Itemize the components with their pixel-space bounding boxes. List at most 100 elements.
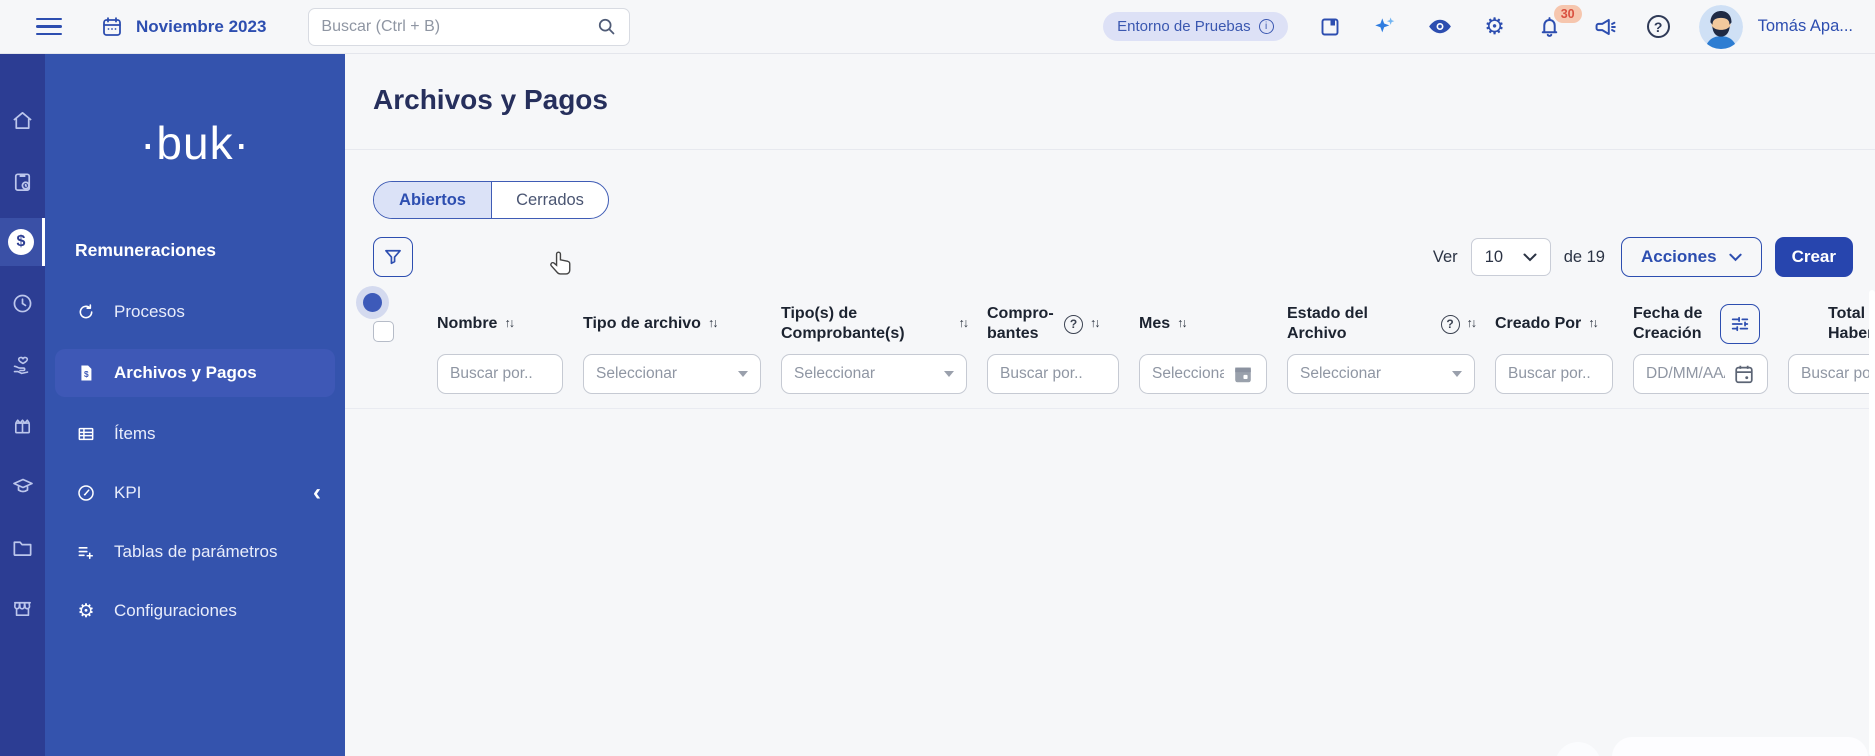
floating-widget-panel	[1612, 737, 1868, 756]
search-icon[interactable]	[596, 16, 617, 37]
column-header-mes[interactable]: Mes ↑↓	[1139, 314, 1267, 334]
chevron-down-icon	[1523, 253, 1537, 261]
table-body-divider	[345, 408, 1875, 409]
sort-icon[interactable]: ↑↓	[708, 316, 718, 332]
sort-icon[interactable]: ↑↓	[1177, 316, 1187, 332]
select-placeholder: Seleccionar	[1300, 365, 1381, 382]
filter-mes-datepicker[interactable]: Seleccionar	[1139, 354, 1267, 394]
rail-clock-icon[interactable]	[0, 279, 45, 327]
bookmark-icon[interactable]	[1317, 14, 1343, 40]
column-label: Total Haberes	[1828, 305, 1875, 342]
megaphone-icon[interactable]	[1592, 14, 1618, 40]
rail-store-icon[interactable]	[0, 584, 45, 632]
sparkles-ai-icon[interactable]	[1372, 14, 1398, 40]
column-header-total-haberes[interactable]: Total Haberes	[1828, 304, 1875, 344]
svg-text:$: $	[84, 369, 89, 379]
sidebar-item-tablas-de-parametros[interactable]: Tablas de parámetros	[55, 530, 335, 574]
sidebar-item-procesos[interactable]: Procesos	[55, 290, 335, 334]
help-icon[interactable]: ?	[1440, 314, 1460, 334]
rail-graduation-icon[interactable]	[0, 462, 45, 510]
sidebar-item-kpi[interactable]: KPI ‹	[55, 471, 335, 515]
select-all-checkbox[interactable]	[373, 320, 394, 342]
actions-button[interactable]: Acciones	[1620, 237, 1762, 277]
document-dollar-icon: $	[75, 363, 97, 383]
user-name[interactable]: Tomás Apa...	[1758, 17, 1853, 36]
rail-remuneraciones-icon[interactable]: $	[0, 218, 45, 266]
sort-icon[interactable]: ↑↓	[1090, 316, 1100, 332]
page-size-select[interactable]: 10	[1470, 238, 1551, 276]
filter-nombre	[437, 354, 563, 394]
toolbar: Ver 10 de 19 Acciones Crear	[373, 237, 1875, 277]
filter-estado-del-archivo-select[interactable]: Seleccionar	[1287, 354, 1475, 394]
table-icon	[75, 424, 97, 444]
filter-total-haberes-input[interactable]	[1801, 365, 1875, 383]
toolbar-right: Ver 10 de 19 Acciones Crear	[1433, 237, 1853, 277]
caret-down-icon	[944, 371, 954, 377]
column-header-comprobantes[interactable]: Compro-bantes ? ↑↓	[987, 304, 1119, 344]
collapse-left-icon[interactable]: ‹	[313, 481, 321, 505]
search-input[interactable]	[321, 17, 597, 36]
refresh-icon	[75, 302, 97, 322]
tab-label: Cerrados	[516, 190, 584, 209]
tab-label: Abiertos	[399, 190, 466, 209]
sidebar-item-configuraciones[interactable]: ⚙ Configuraciones	[55, 589, 335, 633]
hamburger-menu-icon[interactable]	[36, 17, 62, 36]
table-filter-row: Seleccionar Seleccionar Seleccionar	[373, 354, 1875, 394]
environment-badge-label: Entorno de Pruebas	[1117, 18, 1251, 35]
sort-icon[interactable]: ↑↓	[1588, 316, 1598, 332]
select-placeholder: Seleccionar	[596, 365, 677, 382]
sort-icon[interactable]: ↑↓	[504, 316, 514, 332]
sidebar-nav: Procesos $ Archivos y Pagos Ítems KPI ‹ …	[45, 290, 345, 633]
filter-tipo-de-archivo-select[interactable]: Seleccionar	[583, 354, 761, 394]
sort-icon[interactable]: ↑↓	[1467, 316, 1477, 332]
sidebar-item-items[interactable]: Ítems	[55, 412, 335, 456]
calendar-icon	[100, 15, 124, 39]
tab-cerrados[interactable]: Cerrados	[491, 182, 608, 218]
sidebar-item-label: Archivos y Pagos	[114, 363, 257, 382]
help-icon[interactable]: ?	[1064, 314, 1083, 334]
vertical-scrollbar[interactable]	[1869, 290, 1875, 756]
settings-gear-icon[interactable]: ⚙	[1482, 14, 1508, 40]
column-header-fecha-de-creacion[interactable]: Fecha de Creación	[1633, 304, 1808, 344]
caret-down-icon	[1452, 371, 1462, 377]
selection-ripple-dot	[363, 293, 382, 312]
calendar-icon	[1235, 367, 1251, 383]
help-icon[interactable]: ?	[1646, 15, 1670, 38]
rail-folder-icon[interactable]	[0, 523, 45, 571]
filter-button[interactable]	[373, 237, 413, 277]
eye-icon[interactable]	[1427, 14, 1453, 40]
tab-abiertos[interactable]: Abiertos	[374, 182, 491, 218]
filter-creado-por-input[interactable]	[1508, 365, 1600, 383]
rail-gift-icon[interactable]	[0, 401, 45, 449]
filter-fecha-input[interactable]	[1646, 365, 1725, 383]
rail-clipboard-clock-icon[interactable]	[0, 157, 45, 205]
filter-tipos-de-comprobantes-select[interactable]: Seleccionar	[781, 354, 967, 394]
column-settings-button[interactable]	[1720, 304, 1760, 344]
filter-nombre-input[interactable]	[450, 365, 550, 383]
page-size-value: 10	[1484, 247, 1504, 266]
column-label: Fecha de Creación	[1633, 305, 1703, 342]
select-placeholder: Seleccionar	[794, 365, 875, 382]
column-label: Tipo de archivo	[583, 315, 701, 332]
notifications-bell-icon[interactable]: 30	[1537, 4, 1582, 40]
create-button[interactable]: Crear	[1774, 237, 1853, 277]
column-label: Nombre	[437, 315, 498, 332]
column-header-estado-del-archivo[interactable]: Estado del Archivo ? ↑↓	[1287, 304, 1477, 344]
period-selector[interactable]: Noviembre 2023	[100, 15, 266, 39]
sidebar: ·buk· Remuneraciones Procesos $ Archivos…	[45, 54, 345, 756]
calendar-icon[interactable]	[1733, 363, 1755, 385]
rail-home-icon[interactable]	[0, 96, 45, 144]
column-header-nombre[interactable]: Nombre ↑↓	[437, 314, 563, 334]
sort-icon[interactable]: ↑↓	[959, 316, 969, 332]
sidebar-item-label: Ítems	[114, 424, 156, 443]
column-header-tipo-de-archivo[interactable]: Tipo de archivo ↑↓	[583, 314, 761, 334]
actions-button-label: Acciones	[1640, 247, 1717, 266]
column-header-tipos-de-comprobantes[interactable]: Tipo(s) de Comprobante(s) ↑↓	[781, 304, 969, 344]
environment-badge[interactable]: Entorno de Pruebas i	[1103, 12, 1288, 41]
user-avatar[interactable]	[1698, 4, 1743, 49]
list-plus-icon	[75, 542, 97, 562]
sidebar-item-archivos-y-pagos[interactable]: $ Archivos y Pagos	[55, 349, 335, 397]
filter-comprobantes-input[interactable]	[1000, 365, 1106, 383]
column-header-creado-por[interactable]: Creado Por ↑↓	[1495, 314, 1613, 334]
rail-hand-heart-icon[interactable]	[0, 340, 45, 388]
